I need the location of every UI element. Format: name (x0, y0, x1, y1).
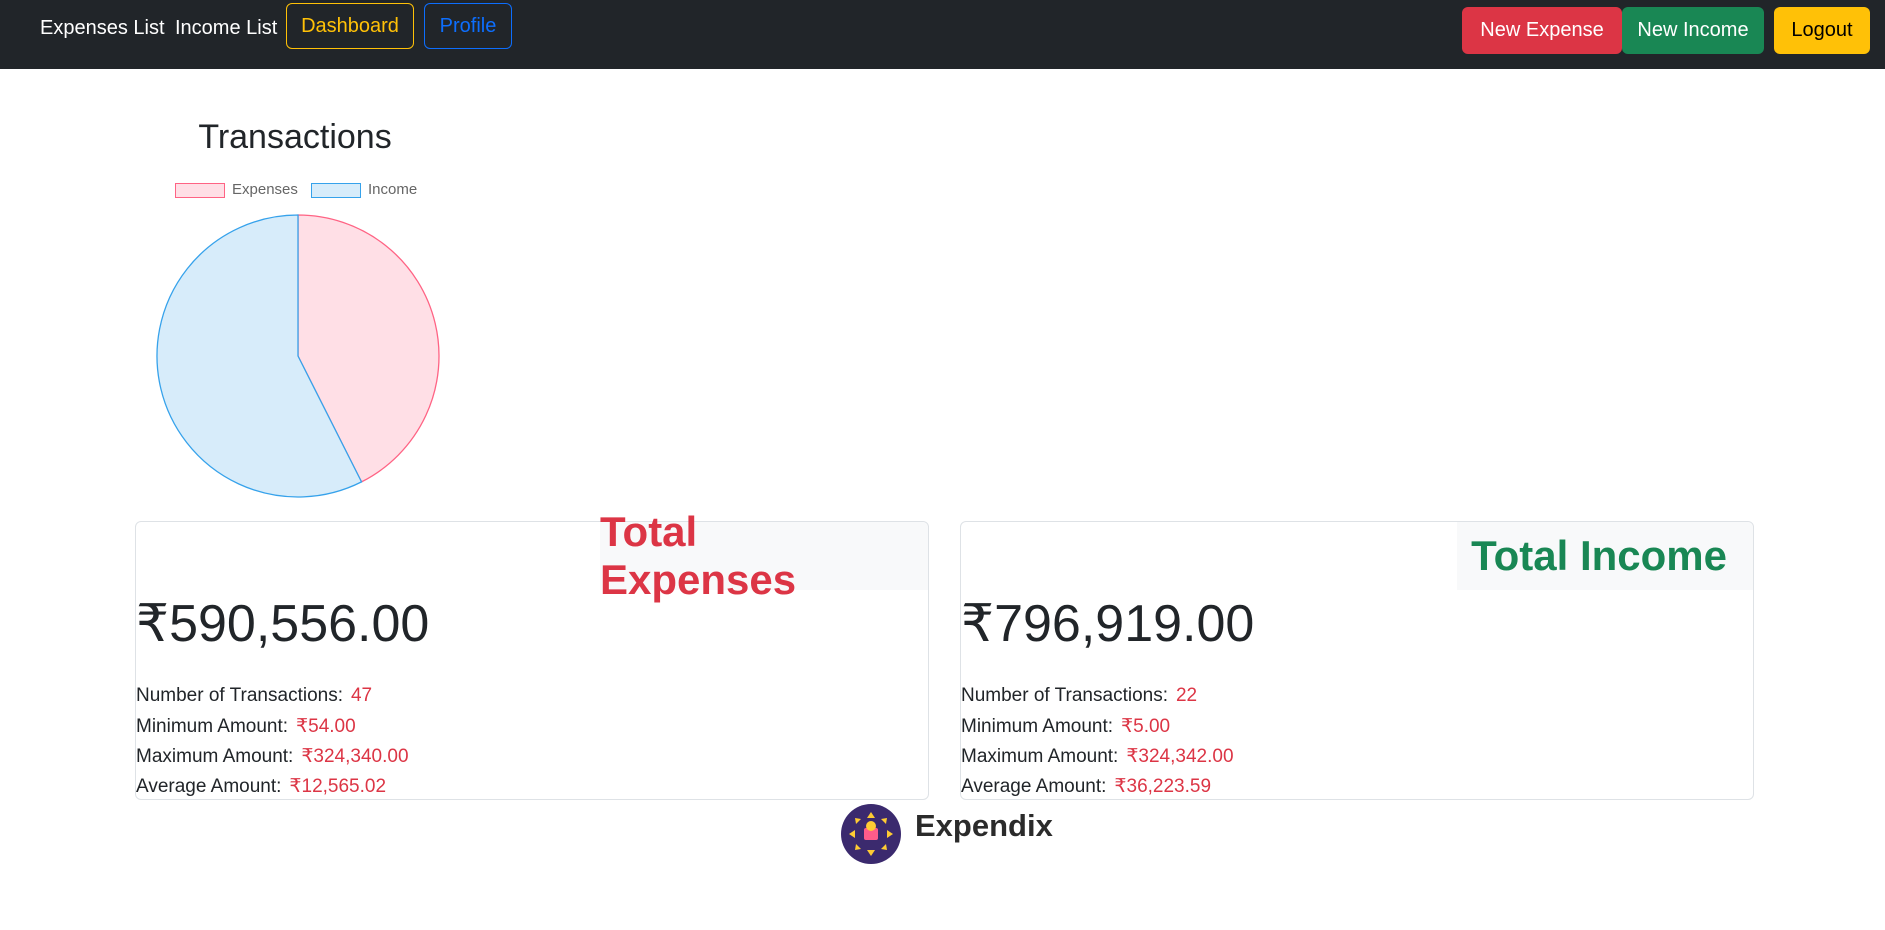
legend-label-income[interactable]: Income (368, 181, 417, 198)
transactions-pie-chart[interactable] (150, 208, 446, 504)
nav-dashboard-button[interactable]: Dashboard (286, 3, 414, 49)
stat-label: Average Amount: (136, 776, 282, 797)
legend-label-expenses[interactable]: Expenses (232, 181, 298, 198)
card-header: Total Income (1457, 522, 1753, 590)
stat-value: 22 (1175, 685, 1198, 706)
expendix-logo-icon (841, 804, 901, 864)
stat-value: ₹36,223.59 (1114, 776, 1212, 797)
nav-income-list[interactable]: Income List (175, 15, 277, 41)
total-expenses-amount: ₹590,556.00 (136, 595, 430, 653)
stat-row-avg: Average Amount: ₹12,565.02 (136, 775, 386, 798)
card-heading: Total Expenses (600, 508, 797, 603)
stat-value: ₹5.00 (1121, 716, 1171, 737)
total-income-card: Total Income ₹796,919.00 Number of Trans… (960, 521, 1754, 800)
chart-title: Transactions (198, 118, 392, 156)
legend-swatch-income[interactable] (311, 183, 361, 198)
stat-label: Minimum Amount: (136, 716, 289, 737)
card-heading: Total Income (1471, 532, 1727, 579)
stat-label: Maximum Amount: (961, 746, 1119, 767)
stat-row-count: Number of Transactions: 22 (961, 685, 1197, 707)
top-navbar: Expenses List Income List Dashboard Prof… (0, 0, 1885, 69)
stat-row-avg: Average Amount: ₹36,223.59 (961, 775, 1211, 798)
stat-label: Number of Transactions: (136, 685, 343, 706)
card-header: Total Expenses (600, 508, 928, 603)
stat-row-count: Number of Transactions: 47 (136, 685, 372, 707)
nav-profile-button[interactable]: Profile (424, 3, 512, 49)
stat-value: ₹324,342.00 (1126, 746, 1234, 767)
logout-button[interactable]: Logout (1774, 7, 1870, 54)
stat-value: ₹324,340.00 (301, 746, 409, 767)
stat-label: Maximum Amount: (136, 746, 294, 767)
nav-expenses-list[interactable]: Expenses List (40, 15, 165, 41)
total-income-amount: ₹796,919.00 (961, 595, 1255, 653)
new-expense-button[interactable]: New Expense (1462, 7, 1622, 54)
footer-brand-name: Expendix (915, 808, 1053, 843)
stat-value: 47 (350, 685, 373, 706)
stat-value: ₹12,565.02 (289, 776, 387, 797)
stat-value: ₹54.00 (296, 716, 356, 737)
stat-row-max: Maximum Amount: ₹324,340.00 (136, 745, 409, 768)
stat-label: Average Amount: (961, 776, 1107, 797)
new-income-button[interactable]: New Income (1622, 7, 1764, 54)
stat-row-max: Maximum Amount: ₹324,342.00 (961, 745, 1234, 768)
legend-swatch-expenses[interactable] (175, 183, 225, 198)
total-expenses-card: Total Expenses ₹590,556.00 Number of Tra… (135, 508, 929, 800)
stat-label: Number of Transactions: (961, 685, 1168, 706)
stat-row-min: Minimum Amount: ₹54.00 (136, 715, 356, 738)
stat-label: Minimum Amount: (961, 716, 1114, 737)
stat-row-min: Minimum Amount: ₹5.00 (961, 715, 1170, 738)
